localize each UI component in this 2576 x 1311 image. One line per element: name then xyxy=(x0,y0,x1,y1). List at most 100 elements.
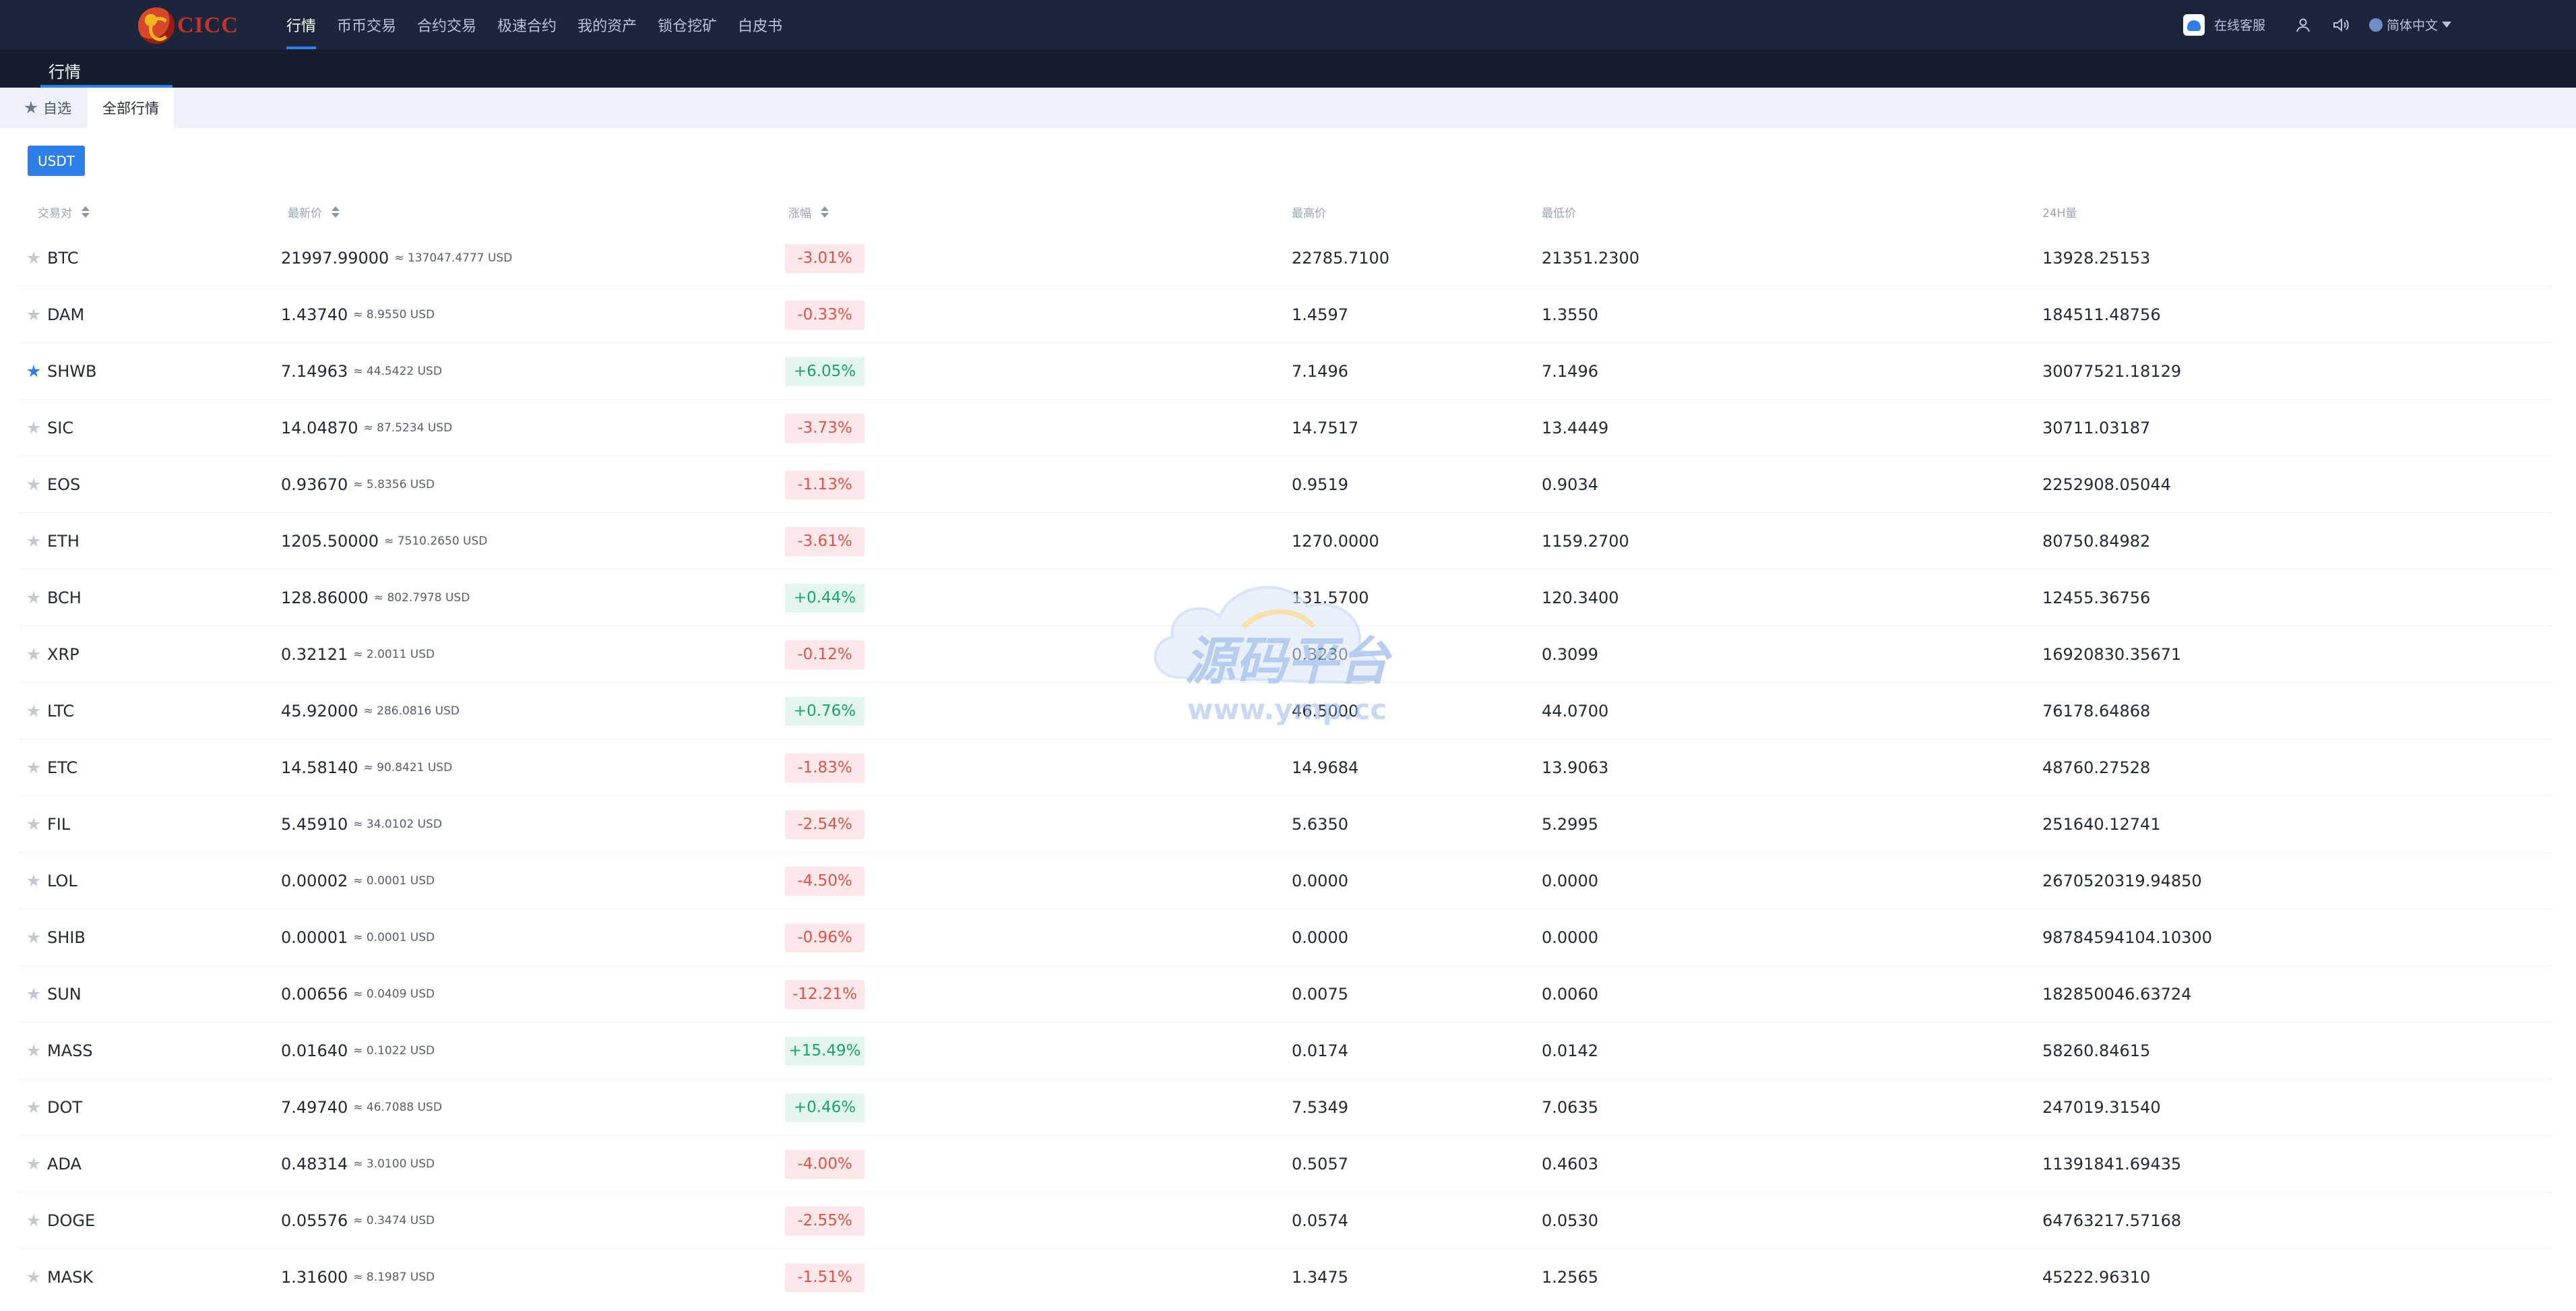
favorite-star-icon[interactable] xyxy=(27,648,40,661)
favorite-star-icon[interactable] xyxy=(27,478,40,491)
price-cell: 0.00001 ≈ 0.0001 USD xyxy=(281,909,435,966)
table-row[interactable]: LTC 45.92000 ≈ 286.0816 USD +0.76% 46.5000 44… xyxy=(19,683,2552,739)
nav-item-0[interactable]: 行情 xyxy=(286,0,317,49)
change-badge: -0.33% xyxy=(785,300,865,330)
pair-symbol: SHWB xyxy=(47,362,97,381)
table-row[interactable]: SIC 14.04870 ≈ 87.5234 USD -3.73% 14.7517 13.… xyxy=(19,400,2552,456)
table-row[interactable]: DOGE 0.05576 ≈ 0.3474 USD -2.55% 0.0574 0.053… xyxy=(19,1192,2552,1249)
change-badge: -4.50% xyxy=(785,866,865,896)
sort-icon[interactable] xyxy=(332,206,340,218)
top-navigation: CICC 行情 币币交易 合约交易 极速合约 我的资产 锁仓挖矿 白皮书 在线客服 简体中文 xyxy=(0,0,2576,49)
table-row[interactable]: DAM 1.43740 ≈ 8.9550 USD -0.33% 1.4597 1.3550… xyxy=(19,286,2552,343)
favorite-star-icon[interactable] xyxy=(27,1214,40,1227)
favorite-star-icon[interactable] xyxy=(27,308,40,321)
price-cell: 14.04870 ≈ 87.5234 USD xyxy=(281,400,452,456)
table-row[interactable]: EOS 0.93670 ≈ 5.8356 USD -1.13% 0.9519 0.9034… xyxy=(19,456,2552,513)
favorite-star-icon[interactable] xyxy=(27,704,40,717)
low-price: 1.2565 xyxy=(1542,1268,1598,1287)
nav-item-5[interactable]: 锁仓挖矿 xyxy=(658,0,717,49)
last-price: 1.43740 xyxy=(281,305,348,324)
high-price: 0.0075 xyxy=(1292,985,1348,1004)
nav-item-1[interactable]: 币币交易 xyxy=(337,0,396,49)
table-row[interactable]: SUN 0.00656 ≈ 0.0409 USD -12.21% 0.0075 0.006… xyxy=(19,966,2552,1023)
favorite-star-icon[interactable] xyxy=(27,874,40,887)
favorite-star-icon[interactable] xyxy=(27,761,40,774)
table-row[interactable]: ETC 14.58140 ≈ 90.8421 USD -1.83% 14.9684 13.… xyxy=(19,739,2552,796)
favorite-star-icon[interactable] xyxy=(27,591,40,604)
online-support-button[interactable]: 在线客服 xyxy=(2182,13,2265,36)
nav-item-4[interactable]: 我的资产 xyxy=(577,0,637,49)
favorite-star-icon[interactable] xyxy=(27,1271,40,1283)
table-row[interactable]: MASS 0.01640 ≈ 0.1022 USD +15.49% 0.0174 0.01… xyxy=(19,1023,2552,1079)
favorite-star-icon[interactable] xyxy=(27,931,40,944)
table-row[interactable]: BCH 128.86000 ≈ 802.7978 USD +0.44% 131.5700… xyxy=(19,570,2552,626)
favorite-star-icon[interactable] xyxy=(27,818,40,830)
table-row[interactable]: MASK 1.31600 ≈ 8.1987 USD -1.51% 1.3475 1.256… xyxy=(19,1249,2552,1306)
table-row[interactable]: FIL 5.45910 ≈ 34.0102 USD -2.54% 5.6350 5.299… xyxy=(19,796,2552,853)
favorite-star-icon[interactable] xyxy=(27,1101,40,1114)
favorite-star-icon[interactable] xyxy=(27,1157,40,1170)
high-price: 1270.0000 xyxy=(1292,532,1379,551)
nav-item-2[interactable]: 合约交易 xyxy=(417,0,476,49)
table-row[interactable]: SHWB 7.14963 ≈ 44.5422 USD +6.05% 7.1496 7.14… xyxy=(19,343,2552,400)
header-change[interactable]: 涨幅 xyxy=(788,204,829,220)
last-price: 14.04870 xyxy=(281,419,358,437)
pair-cell: EOS xyxy=(27,456,80,513)
table-row[interactable]: ETH 1205.50000 ≈ 7510.2650 USD -3.61% 1270.0… xyxy=(19,513,2552,570)
volume-24h: 2670520319.94850 xyxy=(2042,872,2202,890)
table-row[interactable]: SHIB 0.00001 ≈ 0.0001 USD -0.96% 0.0000 0.000… xyxy=(19,909,2552,966)
pair-symbol: DAM xyxy=(47,305,85,324)
last-price: 7.49740 xyxy=(281,1098,348,1117)
header-pair[interactable]: 交易对 xyxy=(38,204,90,220)
nav-right-tools: 在线客服 简体中文 xyxy=(2182,0,2451,49)
table-row[interactable]: XRP 0.32121 ≈ 2.0011 USD -0.12% 0.3230 0.3099… xyxy=(19,626,2552,683)
header-pair-label: 交易对 xyxy=(38,207,72,220)
table-row[interactable]: DOT 7.49740 ≈ 46.7088 USD +0.46% 7.5349 7.063… xyxy=(19,1079,2552,1136)
change-badge: +0.76% xyxy=(785,696,865,726)
sort-icon[interactable] xyxy=(82,206,90,218)
favorite-star-icon[interactable] xyxy=(27,251,40,264)
pair-cell: SUN xyxy=(27,966,82,1023)
approx-usd: ≈ 0.0001 USD xyxy=(353,931,435,944)
star-icon xyxy=(24,101,38,114)
pair-cell: ETC xyxy=(27,739,77,796)
high-price: 7.5349 xyxy=(1292,1098,1348,1117)
favorite-star-icon[interactable] xyxy=(27,1044,40,1057)
volume-24h: 98784594104.10300 xyxy=(2042,928,2212,947)
tab-favorites[interactable]: 自选 xyxy=(24,88,71,128)
brand-logo[interactable]: CICC xyxy=(138,7,246,44)
user-icon[interactable] xyxy=(2294,16,2313,34)
high-price: 46.5000 xyxy=(1292,702,1359,721)
low-price: 0.0530 xyxy=(1542,1211,1598,1230)
change-cell: -3.01% xyxy=(785,230,865,286)
volume-24h: 30077521.18129 xyxy=(2042,362,2182,381)
favorite-star-icon[interactable] xyxy=(27,365,40,377)
sound-icon[interactable] xyxy=(2331,16,2350,34)
chevron-down-icon xyxy=(2442,22,2451,28)
pair-cell: SHIB xyxy=(27,909,86,966)
pair-symbol: LOL xyxy=(47,872,77,890)
approx-usd: ≈ 137047.4777 USD xyxy=(394,251,513,265)
tab-all-markets[interactable]: 全部行情 xyxy=(88,88,174,128)
last-price: 0.48314 xyxy=(281,1155,348,1173)
table-row[interactable]: LOL 0.00002 ≈ 0.0001 USD -4.50% 0.0000 0.0000… xyxy=(19,853,2552,909)
pair-symbol: MASS xyxy=(47,1041,93,1060)
favorite-star-icon[interactable] xyxy=(27,535,40,547)
nav-item-3[interactable]: 极速合约 xyxy=(497,0,557,49)
language-selector[interactable]: 简体中文 xyxy=(2368,16,2451,34)
quote-currency-usdt-button[interactable]: USDT xyxy=(28,146,85,176)
change-badge: -0.96% xyxy=(785,923,865,952)
favorite-star-icon[interactable] xyxy=(27,421,40,434)
pair-cell: BCH xyxy=(27,570,82,626)
favorite-star-icon[interactable] xyxy=(27,987,40,1000)
table-row[interactable]: BTC 21997.99000 ≈ 137047.4777 USD -3.01% 227… xyxy=(19,230,2552,286)
header-high-label: 最高价 xyxy=(1292,207,1326,220)
header-high: 最高价 xyxy=(1292,204,1326,220)
table-row[interactable]: ADA 0.48314 ≈ 3.0100 USD -4.00% 0.5057 0.4603… xyxy=(19,1136,2552,1192)
header-last-price[interactable]: 最新价 xyxy=(288,204,340,220)
approx-usd: ≈ 0.0409 USD xyxy=(353,987,435,1001)
approx-usd: ≈ 8.1987 USD xyxy=(353,1271,435,1284)
nav-item-6[interactable]: 白皮书 xyxy=(738,0,782,49)
sort-icon[interactable] xyxy=(821,206,829,218)
low-price: 0.0000 xyxy=(1542,928,1598,947)
